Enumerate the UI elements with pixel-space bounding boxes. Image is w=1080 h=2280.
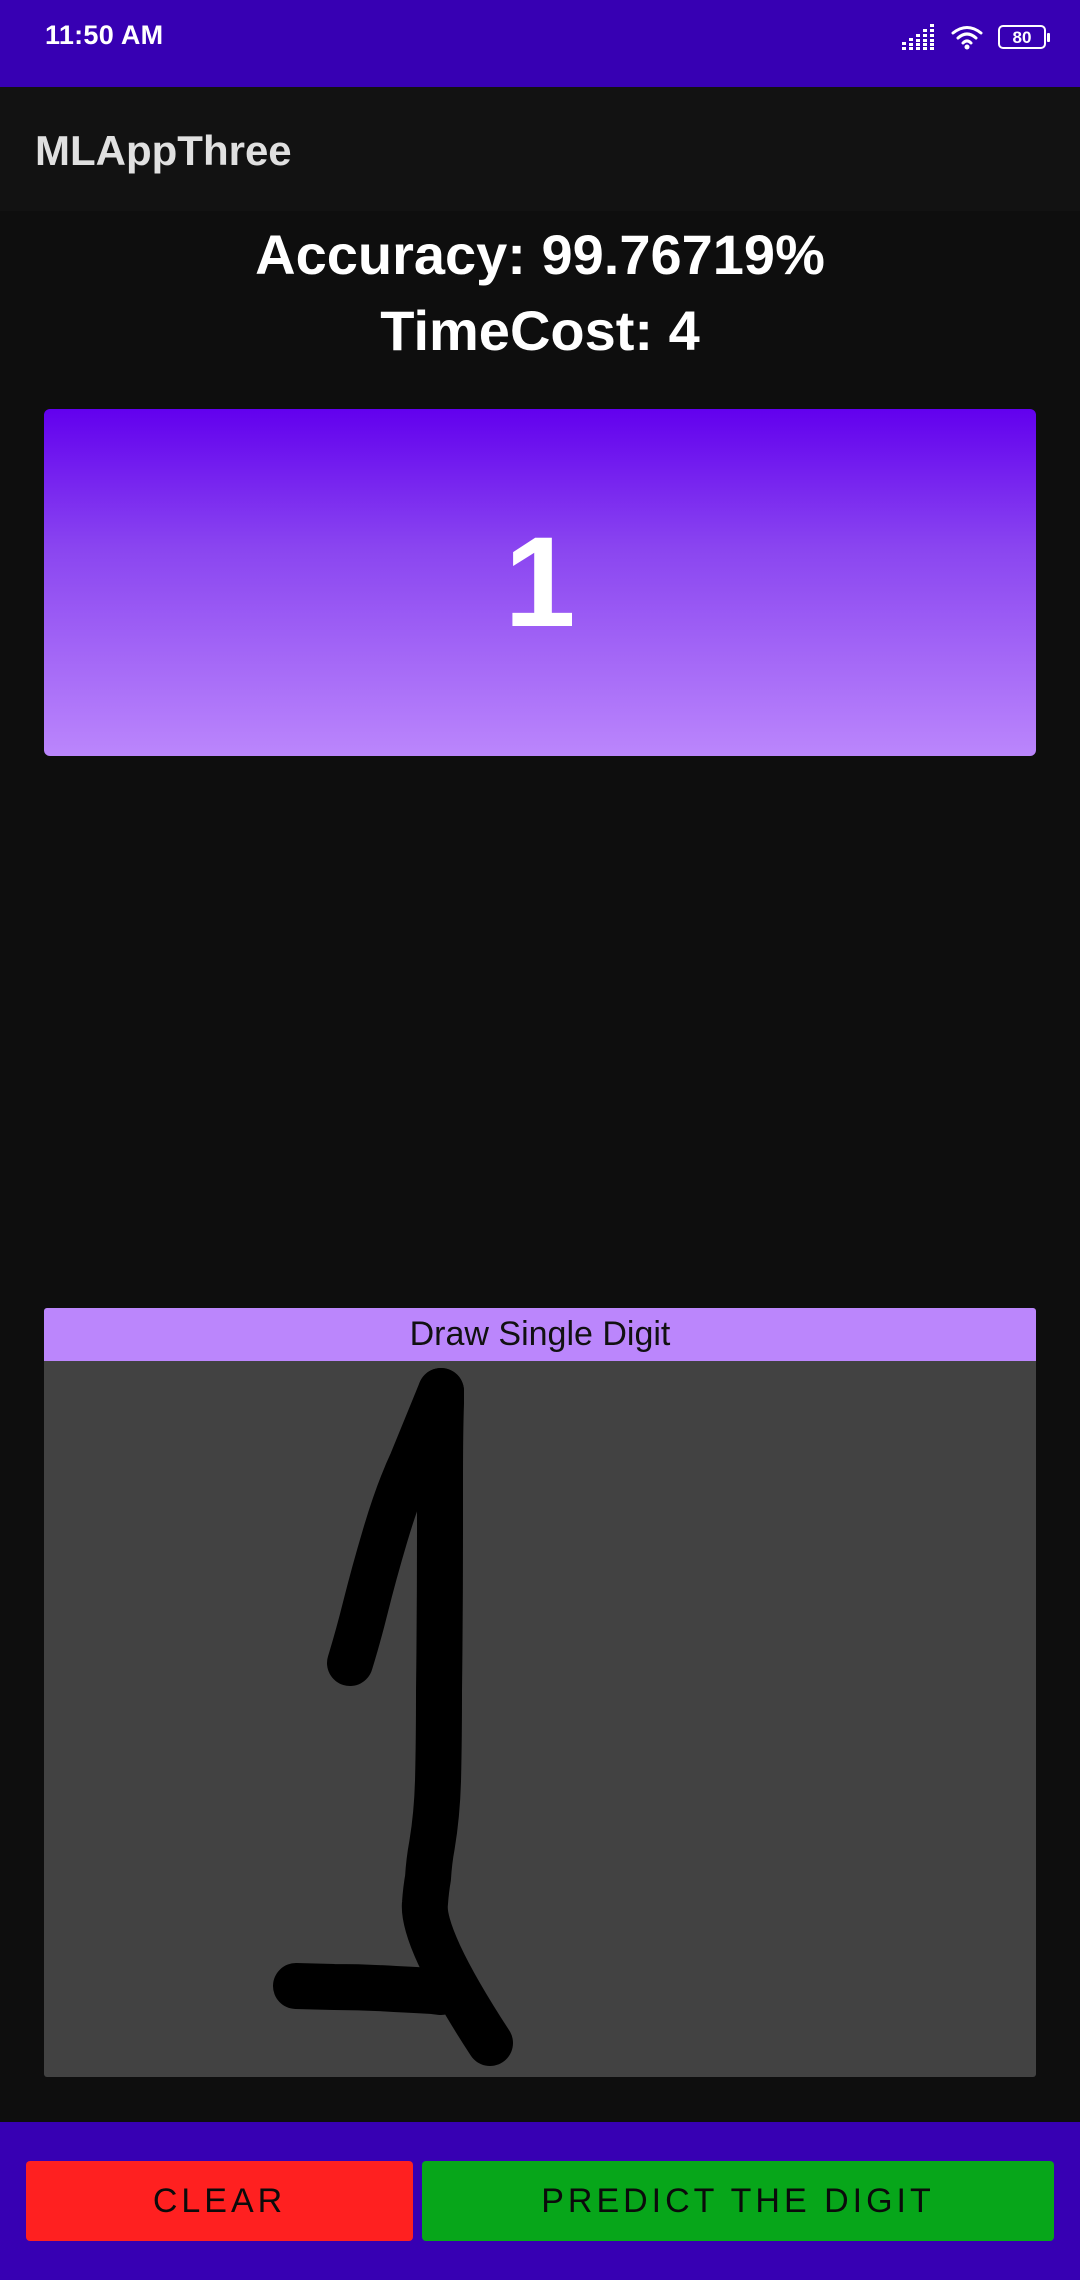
timecost-text: TimeCost: 4 (380, 299, 700, 362)
drawn-digit-strokes (273, 1368, 513, 2066)
status-time: 11:50 AM (45, 20, 164, 50)
app-bar: MLAppThree (0, 87, 1080, 211)
predict-digit-button[interactable]: PREDICT THE DIGIT (422, 2161, 1054, 2241)
app-title: MLAppThree (35, 127, 292, 174)
bottom-action-bar: CLEAR PREDICT THE DIGIT (0, 2122, 1080, 2280)
clear-button[interactable]: CLEAR (26, 2161, 413, 2241)
accuracy-text: Accuracy: 99.76719% (255, 223, 825, 286)
battery-icon: 80 (998, 25, 1050, 49)
prediction-result-card: 1 (44, 409, 1036, 756)
predicted-digit: 1 (504, 510, 576, 654)
stroke-main (401, 1368, 513, 2066)
battery-level: 80 (1012, 27, 1032, 47)
status-bar: 11:50 AM 80 (0, 0, 1080, 87)
wifi-icon (951, 26, 983, 50)
stroke-base (273, 1963, 464, 2015)
status-icons: 80 (902, 20, 1050, 54)
drawing-panel: Draw Single Digit (44, 1308, 1036, 2077)
signal-icon (902, 24, 934, 50)
drawing-canvas[interactable] (44, 1361, 1036, 2077)
drawing-panel-header: Draw Single Digit (44, 1308, 1036, 1361)
